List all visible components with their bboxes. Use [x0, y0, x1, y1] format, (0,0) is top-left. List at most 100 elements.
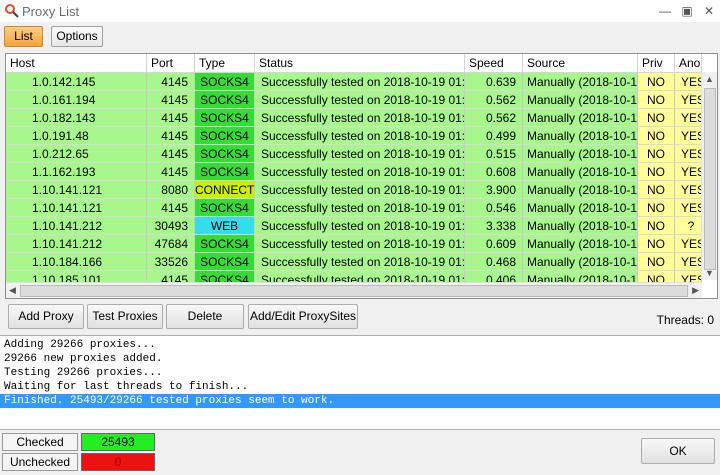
cell-ano: YES — [675, 145, 702, 163]
scroll-down-icon[interactable]: ▼ — [705, 268, 714, 278]
cell-host: 1.0.212.65 — [6, 145, 147, 163]
cell-status: Successfully tested on 2018-10-19 01:1..… — [255, 73, 465, 91]
cell-source: Manually (2018-10-1... — [523, 73, 638, 91]
cell-priv: NO — [638, 73, 675, 91]
log-line: Adding 29266 proxies... — [4, 339, 156, 351]
cell-speed: 0.608 — [465, 163, 523, 181]
column-header-source[interactable]: Source — [523, 54, 638, 72]
table-row[interactable]: ✔1.1.162.1934145SOCKS4Successfully teste… — [6, 163, 702, 181]
cell-priv: NO — [638, 91, 675, 109]
table-row[interactable]: ✔1.10.141.1218080CONNECTSuccessfully tes… — [6, 181, 702, 199]
table-row[interactable]: ✔1.10.141.21230493WEBSuccessfully tested… — [6, 217, 702, 235]
cell-priv: NO — [638, 253, 675, 271]
table-row[interactable]: ✔1.10.141.1214145SOCKS4Successfully test… — [6, 199, 702, 217]
cell-type: SOCKS4 — [195, 145, 255, 163]
cell-port: 30493 — [147, 217, 195, 235]
cell-source: Manually (2018-10-1... — [523, 91, 638, 109]
scroll-right-icon[interactable]: ▶ — [692, 285, 699, 296]
column-header-host[interactable]: Host — [6, 54, 147, 72]
cell-port: 47684 — [147, 235, 195, 253]
cell-speed: 0.546 — [465, 199, 523, 217]
table-row[interactable]: ✔1.0.182.1434145SOCKS4Successfully teste… — [6, 109, 702, 127]
close-icon[interactable]: ✕ — [699, 2, 719, 20]
vertical-scrollbar[interactable]: ▲ ▼ — [701, 72, 717, 280]
cell-status: Successfully tested on 2018-10-19 01:1..… — [255, 199, 465, 217]
scroll-up-icon[interactable]: ▲ — [705, 74, 714, 84]
cell-host: 1.10.141.212 — [6, 235, 147, 253]
column-header-port[interactable]: Port — [147, 54, 195, 72]
magnifier-app-icon — [5, 4, 19, 18]
cell-port: 4145 — [147, 73, 195, 91]
cell-speed: 0.609 — [465, 235, 523, 253]
cell-priv: NO — [638, 235, 675, 253]
table-row[interactable]: ✔1.0.161.1944145SOCKS4Successfully teste… — [6, 91, 702, 109]
cell-type: SOCKS4 — [195, 109, 255, 127]
cell-speed: 0.499 — [465, 127, 523, 145]
cell-type: SOCKS4 — [195, 253, 255, 271]
column-header-speed[interactable]: Speed — [465, 54, 523, 72]
column-header-status[interactable]: Status — [255, 54, 465, 72]
table-row[interactable]: ✔1.0.191.484145SOCKS4Successfully tested… — [6, 127, 702, 145]
cell-ano: YES — [675, 163, 702, 181]
cell-ano: ? — [675, 217, 702, 235]
cell-type: SOCKS4 — [195, 163, 255, 181]
table-row[interactable]: ✔1.10.184.16633526SOCKS4Successfully tes… — [6, 253, 702, 271]
table-row[interactable]: ✔1.0.212.654145SOCKS4Successfully tested… — [6, 145, 702, 163]
title-bar: Proxy List — ▣ ✕ — [0, 0, 720, 22]
cell-priv: NO — [638, 181, 675, 199]
column-header-type[interactable]: Type — [195, 54, 255, 72]
cell-port: 4145 — [147, 109, 195, 127]
minimize-icon[interactable]: — — [655, 2, 675, 20]
cell-type: SOCKS4 — [195, 73, 255, 91]
tab-options[interactable]: Options — [51, 26, 103, 47]
cell-status: Successfully tested on 2018-10-19 01:1..… — [255, 127, 465, 145]
cell-port: 33526 — [147, 253, 195, 271]
log-output[interactable]: Adding 29266 proxies... 29266 new proxie… — [0, 335, 720, 430]
horizontal-scrollbar[interactable]: ◀ ▶ — [6, 282, 702, 298]
cell-type: SOCKS4 — [195, 127, 255, 145]
cell-status: Successfully tested on 2018-10-19 01:1..… — [255, 163, 465, 181]
cell-speed: 0.639 — [465, 73, 523, 91]
add-edit-proxysites-button[interactable]: Add/Edit ProxySites — [248, 304, 358, 329]
horizontal-scroll-thumb[interactable] — [20, 285, 688, 297]
cell-port: 4145 — [147, 91, 195, 109]
cell-port: 4145 — [147, 199, 195, 217]
test-proxies-button[interactable]: Test Proxies — [87, 304, 163, 329]
cell-type: SOCKS4 — [195, 199, 255, 217]
proxy-table[interactable]: Host Port Type Status Speed Source Priv … — [5, 53, 718, 299]
column-header-priv[interactable]: Priv — [638, 54, 675, 72]
cell-priv: NO — [638, 217, 675, 235]
maximize-icon[interactable]: ▣ — [677, 2, 697, 20]
ok-button[interactable]: OK — [641, 438, 715, 464]
cell-status: Successfully tested on 2018-10-19 01:1..… — [255, 109, 465, 127]
vertical-scroll-thumb[interactable] — [704, 88, 716, 270]
tab-list[interactable]: List — [4, 26, 43, 47]
cell-source: Manually (2018-10-1... — [523, 163, 638, 181]
cell-host: 1.0.142.145 — [6, 73, 147, 91]
cell-source: Manually (2018-10-1... — [523, 109, 638, 127]
cell-priv: NO — [638, 163, 675, 181]
cell-type: WEB — [195, 217, 255, 235]
cell-source: Manually (2018-10-1... — [523, 253, 638, 271]
cell-status: Successfully tested on 2018-10-19 01:1..… — [255, 181, 465, 199]
scroll-left-icon[interactable]: ◀ — [9, 285, 16, 296]
cell-speed: 0.562 — [465, 91, 523, 109]
cell-status: Successfully tested on 2018-10-19 01:1..… — [255, 217, 465, 235]
table-header: Host Port Type Status Speed Source Priv … — [6, 54, 702, 73]
cell-source: Manually (2018-10-1... — [523, 145, 638, 163]
cell-port: 8080 — [147, 181, 195, 199]
table-row[interactable]: ✔1.10.141.21247684SOCKS4Successfully tes… — [6, 235, 702, 253]
cell-ano: YES — [675, 253, 702, 271]
cell-priv: NO — [638, 199, 675, 217]
cell-ano: YES — [675, 181, 702, 199]
cell-speed: 3.338 — [465, 217, 523, 235]
column-header-ano[interactable]: Ano — [675, 54, 702, 72]
delete-button[interactable]: Delete — [166, 304, 244, 329]
cell-priv: NO — [638, 109, 675, 127]
add-proxy-button[interactable]: Add Proxy — [8, 304, 84, 329]
cell-ano: YES — [675, 235, 702, 253]
checked-count: 25493 — [81, 433, 155, 451]
table-row[interactable]: ✔1.0.142.1454145SOCKS4Successfully teste… — [6, 73, 702, 91]
cell-port: 4145 — [147, 127, 195, 145]
cell-source: Manually (2018-10-1... — [523, 199, 638, 217]
